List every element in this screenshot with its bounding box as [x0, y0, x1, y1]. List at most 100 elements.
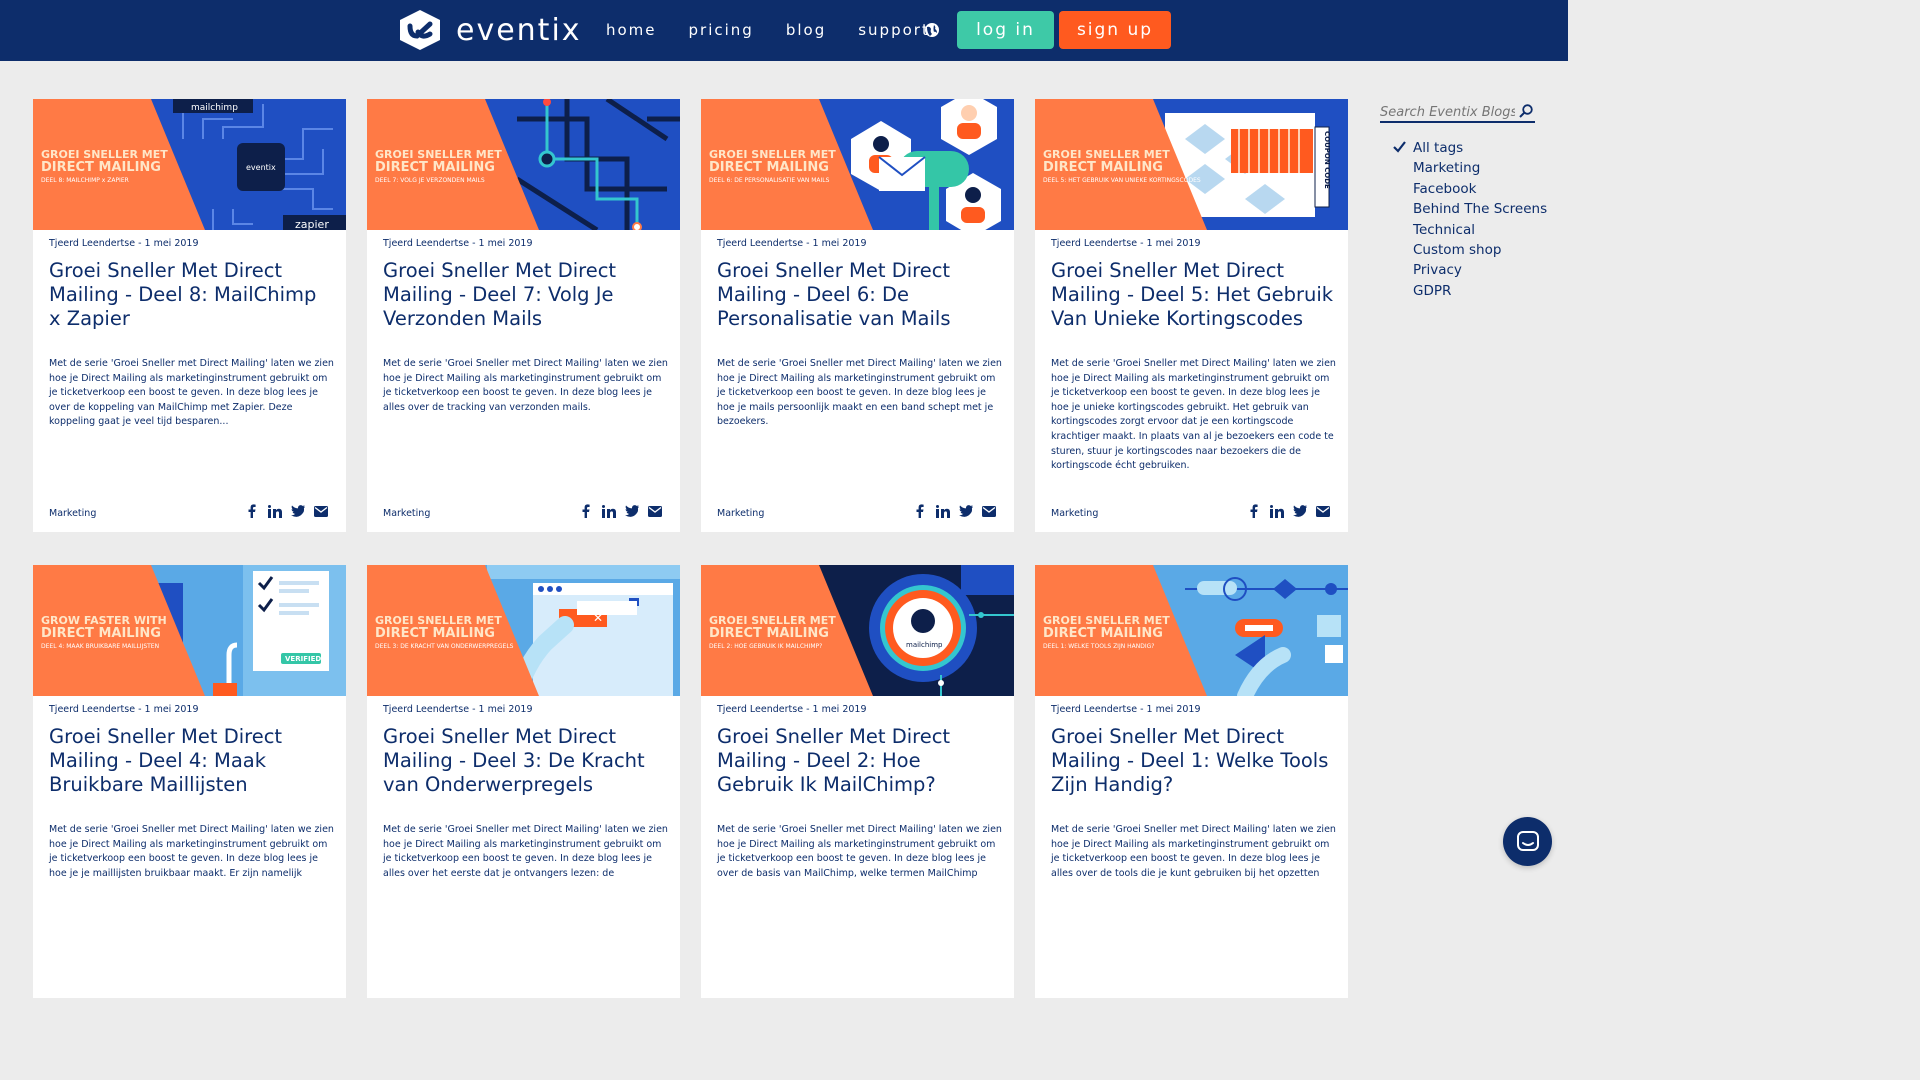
chat-launcher-button[interactable]	[1503, 817, 1552, 866]
tag-gdpr[interactable]: GDPR	[1413, 281, 1547, 301]
blog-card-image[interactable]: mailchimp GROEI SNELLER MET DIRECT MAILI…	[701, 565, 1014, 696]
twitter-icon[interactable]	[291, 504, 305, 518]
facebook-icon[interactable]	[1247, 504, 1261, 518]
eventix-logo-icon	[400, 10, 440, 50]
nav-pricing[interactable]: pricing	[689, 21, 754, 39]
facebook-icon[interactable]	[579, 504, 593, 518]
blog-card-image[interactable]: VERIFIED GROW FASTER WITH DIRECT MAILING…	[33, 565, 346, 696]
blog-card[interactable]: VERIFIED GROW FASTER WITH DIRECT MAILING…	[33, 565, 346, 998]
twitter-icon[interactable]	[1293, 504, 1307, 518]
twitter-icon[interactable]	[625, 504, 639, 518]
image-line-3: DEEL 3: DE KRACHT VAN ONDERWERPREGELS	[375, 643, 514, 650]
login-button[interactable]: log in	[957, 11, 1054, 49]
facebook-icon[interactable]	[245, 504, 259, 518]
tag-technical[interactable]: Technical	[1413, 220, 1547, 240]
blog-card[interactable]: GROEI SNELLER MET DIRECT MAILING DEEL 6:…	[701, 99, 1014, 532]
blog-card[interactable]: ✕ GROEI SNELLER MET DIRECT MAILING DEEL …	[367, 565, 680, 998]
post-meta: Tjeerd Leendertse - 1 mei 2019	[49, 238, 199, 249]
post-title[interactable]: Groei Sneller Met Direct Mailing - Deel …	[383, 725, 668, 797]
search-input[interactable]	[1380, 102, 1515, 123]
share-buttons	[245, 504, 328, 518]
nav-blog[interactable]: blog	[786, 21, 826, 39]
post-tag[interactable]: Marketing	[49, 508, 96, 519]
post-excerpt: Met de serie 'Groei Sneller met Direct M…	[383, 824, 668, 879]
mail-icon[interactable]	[982, 504, 996, 518]
top-navigation-bar: eventix home pricing blog support log in…	[0, 0, 1568, 61]
linkedin-icon[interactable]	[268, 504, 282, 518]
nav-home[interactable]: home	[606, 21, 657, 39]
linkedin-icon[interactable]	[602, 504, 616, 518]
mail-icon[interactable]	[314, 504, 328, 518]
image-line-2: DIRECT MAILING	[709, 626, 829, 641]
post-excerpt: Met de serie 'Groei Sneller met Direct M…	[717, 824, 1002, 879]
tag-facebook[interactable]: Facebook	[1413, 179, 1547, 199]
brand-name: eventix	[456, 12, 582, 48]
globe-icon[interactable]	[924, 22, 940, 38]
post-tag[interactable]: Marketing	[383, 508, 430, 519]
image-headline: GROEI SNELLER MET DIRECT MAILING DEEL 2:…	[709, 614, 836, 651]
search-icon[interactable]	[1519, 104, 1533, 118]
post-excerpt: Met de serie 'Groei Sneller met Direct M…	[1051, 358, 1336, 472]
post-meta: Tjeerd Leendertse - 1 mei 2019	[1051, 238, 1201, 249]
image-headline: GROEI SNELLER MET DIRECT MAILING DEEL 7:…	[375, 148, 502, 185]
post-title[interactable]: Groei Sneller Met Direct Mailing - Deel …	[1051, 725, 1336, 797]
tag-privacy[interactable]: Privacy	[1413, 260, 1547, 280]
post-title[interactable]: Groei Sneller Met Direct Mailing - Deel …	[1051, 259, 1336, 331]
blog-card-image[interactable]: mailchimp eventix zapier GROEI SNELLER M…	[33, 99, 346, 230]
blog-card-image[interactable]: ✕ GROEI SNELLER MET DIRECT MAILING DEEL …	[367, 565, 680, 696]
image-line-2: DIRECT MAILING	[1043, 626, 1163, 641]
blog-card[interactable]: COUPON CODE GROEI SNELLER MET DIRECT MAI…	[1035, 99, 1348, 532]
blog-card-image[interactable]: GROEI SNELLER MET DIRECT MAILING DEEL 7:…	[367, 99, 680, 230]
signup-button[interactable]: sign up	[1059, 11, 1171, 49]
post-title[interactable]: Groei Sneller Met Direct Mailing - Deel …	[49, 725, 334, 797]
post-excerpt: Met de serie 'Groei Sneller met Direct M…	[717, 358, 1002, 428]
post-title[interactable]: Groei Sneller Met Direct Mailing - Deel …	[383, 259, 668, 331]
image-headline: GROEI SNELLER MET DIRECT MAILING DEEL 5:…	[1043, 148, 1201, 185]
blog-card[interactable]: GROEI SNELLER MET DIRECT MAILING DEEL 1:…	[1035, 565, 1348, 998]
image-headline: GROEI SNELLER MET DIRECT MAILING DEEL 1:…	[1043, 614, 1170, 651]
post-meta: Tjeerd Leendertse - 1 mei 2019	[717, 238, 867, 249]
post-tag[interactable]: Marketing	[717, 508, 764, 519]
share-buttons	[579, 504, 662, 518]
chat-icon	[1516, 830, 1539, 851]
tag-label: All tags	[1413, 140, 1464, 156]
facebook-icon[interactable]	[913, 504, 927, 518]
post-meta: Tjeerd Leendertse - 1 mei 2019	[49, 704, 199, 715]
mailchimp-badge-text: mailchimp	[906, 641, 943, 649]
post-title[interactable]: Groei Sneller Met Direct Mailing - Deel …	[717, 725, 1002, 797]
image-line-2: DIRECT MAILING	[41, 160, 161, 175]
image-line-3: DEEL 7: VOLG JE VERZONDEN MAILS	[375, 177, 485, 184]
linkedin-icon[interactable]	[936, 504, 950, 518]
image-line-3: DEEL 2: HOE GEBRUIK IK MAILCHIMP?	[709, 643, 823, 650]
blog-search	[1380, 101, 1535, 123]
blog-card-image[interactable]: COUPON CODE GROEI SNELLER MET DIRECT MAI…	[1035, 99, 1348, 230]
post-title[interactable]: Groei Sneller Met Direct Mailing - Deel …	[717, 259, 1002, 331]
mail-icon[interactable]	[1316, 504, 1330, 518]
tag-behind-the-screens[interactable]: Behind The Screens	[1413, 199, 1547, 219]
image-line-2: DIRECT MAILING	[1043, 160, 1163, 175]
image-headline: GROEI SNELLER MET DIRECT MAILING DEEL 6:…	[709, 148, 836, 185]
blog-card[interactable]: mailchimp GROEI SNELLER MET DIRECT MAILI…	[701, 565, 1014, 998]
tag-filter-list: All tags Marketing Facebook Behind The S…	[1393, 138, 1547, 301]
eventix-logo[interactable]: eventix	[396, 8, 582, 52]
twitter-icon[interactable]	[959, 504, 973, 518]
post-tag[interactable]: Marketing	[1051, 508, 1098, 519]
nav-support[interactable]: support	[858, 21, 930, 39]
blog-card[interactable]: GROEI SNELLER MET DIRECT MAILING DEEL 7:…	[367, 99, 680, 532]
image-headline: GROW FASTER WITH DIRECT MAILING DEEL 4: …	[41, 614, 167, 651]
blog-card[interactable]: mailchimp eventix zapier GROEI SNELLER M…	[33, 99, 346, 532]
post-meta: Tjeerd Leendertse - 1 mei 2019	[717, 704, 867, 715]
check-icon	[1393, 141, 1406, 153]
post-title[interactable]: Groei Sneller Met Direct Mailing - Deel …	[49, 259, 334, 331]
image-line-3: DEEL 1: WELKE TOOLS ZIJN HANDIG?	[1043, 643, 1155, 650]
linkedin-icon[interactable]	[1270, 504, 1284, 518]
tag-all[interactable]: All tags	[1393, 138, 1547, 158]
blog-card-image[interactable]: GROEI SNELLER MET DIRECT MAILING DEEL 1:…	[1035, 565, 1348, 696]
eventix-chip-text: eventix	[246, 163, 276, 172]
tag-marketing[interactable]: Marketing	[1413, 158, 1547, 178]
tag-custom-shop[interactable]: Custom shop	[1413, 240, 1547, 260]
coupon-code-label: COUPON CODE	[1323, 131, 1331, 189]
post-meta: Tjeerd Leendertse - 1 mei 2019	[383, 704, 533, 715]
mail-icon[interactable]	[648, 504, 662, 518]
blog-card-image[interactable]: GROEI SNELLER MET DIRECT MAILING DEEL 6:…	[701, 99, 1014, 230]
